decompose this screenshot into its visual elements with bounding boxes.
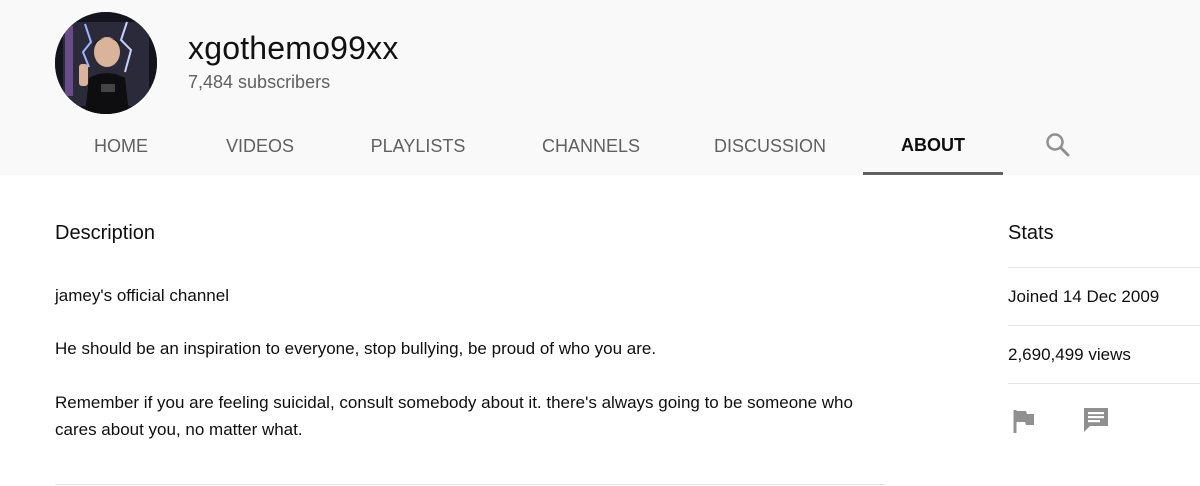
flag-icon (1012, 408, 1036, 439)
description-paragraph-1: jamey's official channel (55, 286, 229, 305)
stats-divider (1008, 325, 1200, 326)
stats-divider (1008, 267, 1200, 268)
joined-date: Joined 14 Dec 2009 (1008, 287, 1160, 306)
report-user-button[interactable] (1010, 408, 1038, 438)
tab-discussion[interactable]: DISCUSSION (704, 118, 836, 175)
description-paragraph-2: He should be an inspiration to everyone,… (55, 339, 657, 358)
view-count: 2,690,499 views (1008, 345, 1131, 364)
search-icon (1045, 132, 1071, 163)
tab-channels[interactable]: CHANNELS (530, 118, 652, 175)
channel-avatar[interactable] (55, 12, 157, 114)
send-message-button[interactable] (1080, 406, 1112, 438)
description-paragraph-3: Remember if you are feeling suicidal, co… (55, 393, 853, 439)
description-title: Description (55, 222, 156, 244)
subscriber-count: 7,484 subscribers (188, 72, 331, 92)
channel-header: xgothemo99xx 7,484 subscribers HOME VIDE… (0, 0, 1200, 175)
description-divider (55, 484, 885, 485)
channel-name: xgothemo99xx (188, 30, 399, 66)
tab-videos[interactable]: VIDEOS (214, 118, 306, 175)
stats-title: Stats (1008, 222, 1054, 244)
channel-search-button[interactable] (1042, 132, 1074, 162)
message-icon (1082, 406, 1110, 439)
channel-tabs: HOME VIDEOS PLAYLISTS CHANNELS DISCUSSIO… (0, 118, 1200, 175)
tab-home[interactable]: HOME (80, 118, 162, 175)
stats-divider (1008, 383, 1200, 384)
description-section: Description (55, 222, 885, 245)
stats-section: Stats (1008, 222, 1200, 245)
tab-about[interactable]: ABOUT (863, 118, 1003, 175)
tab-playlists[interactable]: PLAYLISTS (357, 118, 479, 175)
